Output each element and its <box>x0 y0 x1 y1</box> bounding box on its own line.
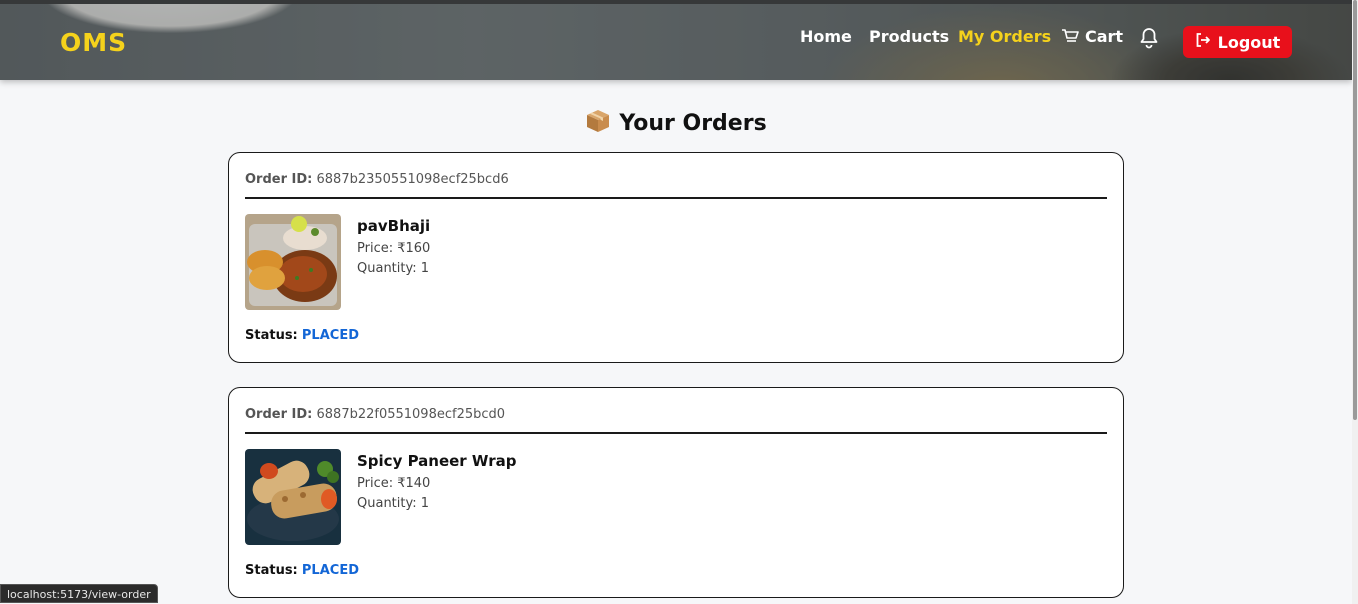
status-value: PLACED <box>301 328 359 343</box>
order-id: Order ID: 6887b22f0551098ecf25bcd0 <box>245 407 505 422</box>
status-label: Status: <box>245 328 298 343</box>
logout-icon <box>1195 32 1211 52</box>
order-card: Order ID: 6887b22f0551098ecf25bcd0 Spicy… <box>228 387 1124 598</box>
item-quantity: Quantity: 1 <box>357 496 430 511</box>
scrollbar-thumb[interactable] <box>1353 0 1357 420</box>
navbar: OMS Home Products My Orders Cart Logout <box>0 0 1352 80</box>
page: OMS Home Products My Orders Cart Logout <box>0 0 1352 604</box>
item-image-pav-bhaji <box>245 214 341 310</box>
nav-my-orders[interactable]: My Orders <box>958 27 1051 46</box>
item-price: Price: ₹140 <box>357 476 431 491</box>
page-title: Your Orders <box>0 108 1352 140</box>
status-value: PLACED <box>301 563 359 578</box>
nav-cart[interactable]: Cart <box>1061 27 1123 48</box>
cart-icon <box>1061 28 1079 48</box>
nav-products[interactable]: Products <box>869 27 949 46</box>
nav-cart-label: Cart <box>1085 27 1124 46</box>
item-image-paneer-wrap <box>245 449 341 545</box>
package-icon <box>585 108 611 140</box>
status-label: Status: <box>245 563 298 578</box>
item-name: pavBhaji <box>357 217 431 235</box>
order-id: Order ID: 6887b2350551098ecf25bcd6 <box>245 172 509 187</box>
order-card: Order ID: 6887b2350551098ecf25bcd6 pavBh… <box>228 152 1124 363</box>
order-status: Status: PLACED <box>245 328 359 343</box>
page-title-text: Your Orders <box>619 111 767 136</box>
item-name: Spicy Paneer Wrap <box>357 452 517 470</box>
item-price: Price: ₹160 <box>357 241 431 256</box>
divider <box>245 432 1107 434</box>
divider <box>245 197 1107 199</box>
order-id-value: 6887b22f0551098ecf25bcd0 <box>316 407 506 422</box>
nav-home[interactable]: Home <box>800 27 852 46</box>
item-quantity: Quantity: 1 <box>357 261 430 276</box>
order-id-value: 6887b2350551098ecf25bcd6 <box>316 172 509 187</box>
order-status: Status: PLACED <box>245 563 359 578</box>
status-bar-url: localhost:5173/view-order <box>0 584 158 603</box>
logout-label: Logout <box>1217 32 1281 52</box>
bell-icon[interactable] <box>1139 27 1159 54</box>
order-id-label: Order ID: <box>245 172 313 187</box>
logout-button[interactable]: Logout <box>1183 26 1292 58</box>
order-id-label: Order ID: <box>245 407 313 422</box>
